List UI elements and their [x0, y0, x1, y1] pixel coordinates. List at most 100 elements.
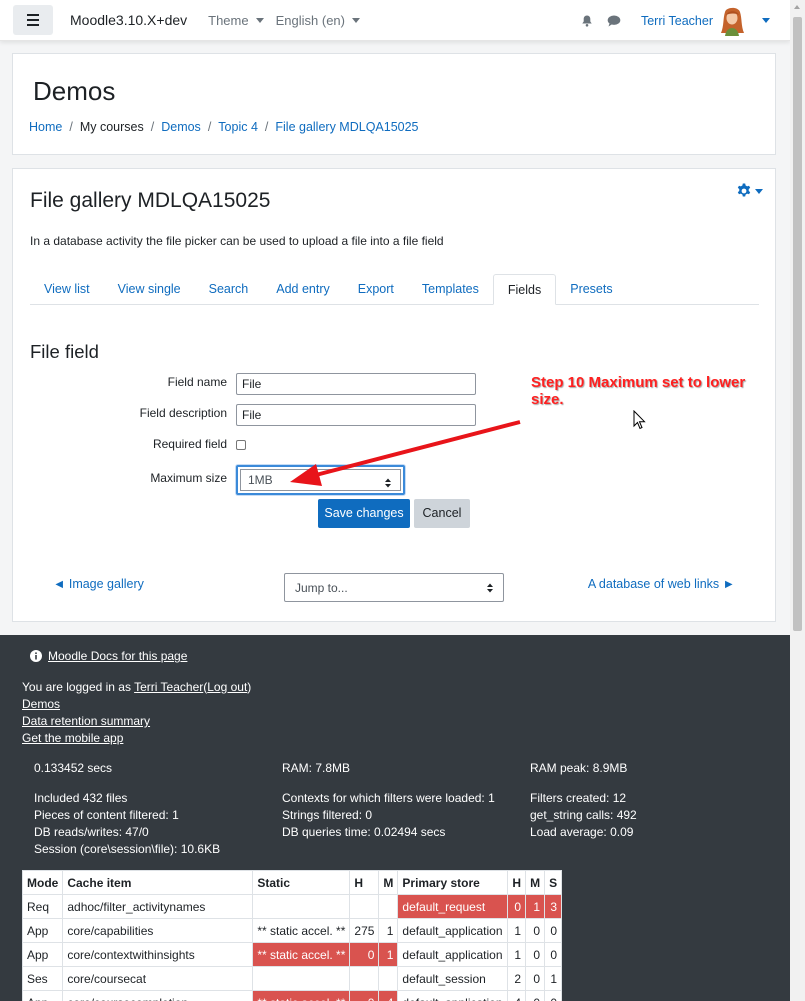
form-section-title: File field — [30, 341, 99, 362]
tab-templates[interactable]: Templates — [408, 274, 493, 305]
tab-presets[interactable]: Presets — [556, 274, 626, 305]
required-field-label: Required field — [152, 437, 227, 451]
table-cell: core/coursecompletion — [62, 990, 254, 1001]
column-header: M — [378, 870, 399, 895]
table-cell: ** static accel. ** — [252, 990, 351, 1001]
column-header: Mode — [21, 870, 64, 895]
actions-menu[interactable] — [736, 183, 763, 199]
table-cell: Ses — [21, 966, 64, 991]
table-cell: 1 — [507, 942, 527, 967]
theme-menu[interactable]: Theme — [208, 12, 264, 28]
table-row: App core/contextwithinsights ** static acc… — [21, 942, 563, 967]
scroll-thumb[interactable] — [793, 17, 802, 631]
next-activity-link[interactable]: A database of web links ► — [588, 577, 735, 591]
user-nav: Terri Teacher — [581, 0, 770, 41]
table-cell: 0 — [544, 942, 563, 967]
table-cell: 275 — [349, 918, 380, 943]
table-cell: App — [21, 942, 64, 967]
breadcrumb-home[interactable]: Home — [29, 120, 62, 134]
table-cell — [349, 966, 380, 991]
tab-view-single[interactable]: View single — [104, 274, 195, 305]
tab-add-entry[interactable]: Add entry — [262, 274, 344, 305]
table-cell — [252, 966, 351, 991]
mobile-app-link[interactable]: Get the mobile app — [22, 731, 123, 745]
caret-down-icon — [351, 17, 360, 23]
maximum-size-label: Maximum size — [150, 471, 227, 485]
table-cell: 1 — [507, 918, 527, 943]
table-cell — [349, 894, 380, 919]
data-retention-link[interactable]: Data retention summary — [22, 714, 150, 728]
moodle-docs: Moodle Docs for this page — [30, 649, 187, 663]
table-cell: default_application — [397, 990, 509, 1001]
hamburger-icon — [27, 14, 39, 16]
logged-in-user-link[interactable]: Terri Teacher — [134, 680, 203, 694]
field-name-label: Field name — [167, 375, 227, 389]
theme-menu-label: Theme — [208, 12, 249, 28]
table-cell: App — [21, 990, 64, 1001]
table-cell: 0 — [507, 894, 527, 919]
bell-icon[interactable] — [581, 15, 593, 27]
table-header-row: Mode Cache item Static H M Primary store… — [21, 870, 563, 895]
table-row: Appcore/coursecompletion** static accel.… — [21, 990, 563, 1001]
cache-usage-table: Mode Cache item Static H M Primary store… — [21, 870, 563, 1001]
table-cell: 0 — [544, 918, 563, 943]
footer-course-link[interactable]: Demos — [22, 697, 60, 711]
table-row: Req adhoc/filter_activitynames default_req… — [21, 894, 563, 919]
table-row: Ses core/coursecat default_session 2 0 1 — [21, 966, 563, 991]
perf-column-1: 0.133452 secs Included 432 files Pieces … — [34, 761, 221, 856]
table-cell: 1 — [544, 966, 563, 991]
table-cell: core/coursecat — [62, 966, 254, 991]
breadcrumb-section[interactable]: Topic 4 — [218, 120, 258, 134]
table-cell: default_application — [397, 942, 509, 967]
annotation-callout: Step 10 Maximum set to lower size. — [531, 374, 746, 408]
moodle-docs-link[interactable]: Moodle Docs for this page — [48, 649, 187, 663]
caret-down-icon — [755, 188, 763, 194]
tab-export[interactable]: Export — [344, 274, 408, 305]
logout-link[interactable]: Log out — [207, 680, 247, 694]
breadcrumb: Home / My courses / Demos / Topic 4 / Fi… — [29, 120, 419, 134]
chat-icon[interactable] — [607, 15, 621, 27]
table-cell: 1 — [525, 894, 546, 919]
user-menu-caret-icon[interactable] — [762, 18, 770, 23]
table-cell: 1 — [378, 942, 399, 967]
column-header: Primary store — [397, 870, 509, 895]
cancel-button[interactable]: Cancel — [414, 499, 470, 528]
user-avatar[interactable] — [719, 6, 745, 36]
page-scrollbar[interactable] — [790, 0, 805, 1001]
gear-icon — [737, 183, 751, 197]
table-cell: default_session — [397, 966, 509, 991]
scroll-up-arrow-icon[interactable] — [794, 5, 800, 9]
breadcrumb-course[interactable]: Demos — [161, 120, 201, 134]
table-cell: 0 — [349, 990, 380, 1001]
required-field-checkbox[interactable] — [236, 440, 246, 450]
site-name[interactable]: Moodle3.10.X+dev — [70, 12, 187, 28]
page-footer: Moodle Docs for this page You are logged… — [0, 635, 790, 1001]
user-name[interactable]: Terri Teacher — [641, 14, 713, 28]
table-cell: 0 — [525, 942, 546, 967]
maximum-size-value: 1MB — [248, 473, 273, 487]
table-cell: 1 — [378, 918, 399, 943]
field-description-label: Field description — [139, 406, 227, 420]
column-header: S — [544, 870, 563, 895]
top-navbar: Moodle3.10.X+dev Theme English (en) Terr… — [0, 0, 790, 41]
breadcrumb-my-courses: My courses — [79, 120, 144, 134]
save-changes-button[interactable]: Save changes — [318, 499, 410, 528]
tab-search[interactable]: Search — [195, 274, 263, 305]
drawer-toggle-button[interactable] — [13, 5, 53, 35]
page-title: Demos — [33, 76, 116, 106]
table-cell: 0 — [525, 966, 546, 991]
previous-activity-link[interactable]: ◄ Image gallery — [53, 577, 144, 591]
table-cell: ** static accel. ** — [252, 918, 351, 943]
perf-column-2: RAM: 7.8MB Contexts for which filters we… — [282, 761, 495, 839]
table-cell: core/capabilities — [62, 918, 254, 943]
tab-view-list[interactable]: View list — [30, 274, 104, 305]
table-cell — [252, 894, 351, 919]
tab-fields[interactable]: Fields — [492, 274, 557, 305]
language-menu[interactable]: English (en) — [276, 13, 360, 28]
field-name-input[interactable] — [236, 373, 476, 395]
table-cell: 0 — [525, 990, 546, 1001]
jump-to-select[interactable]: Jump to... — [284, 573, 504, 602]
caret-down-icon — [255, 17, 264, 23]
table-cell — [378, 966, 399, 991]
breadcrumb-activity[interactable]: File gallery MDLQA15025 — [275, 120, 418, 134]
